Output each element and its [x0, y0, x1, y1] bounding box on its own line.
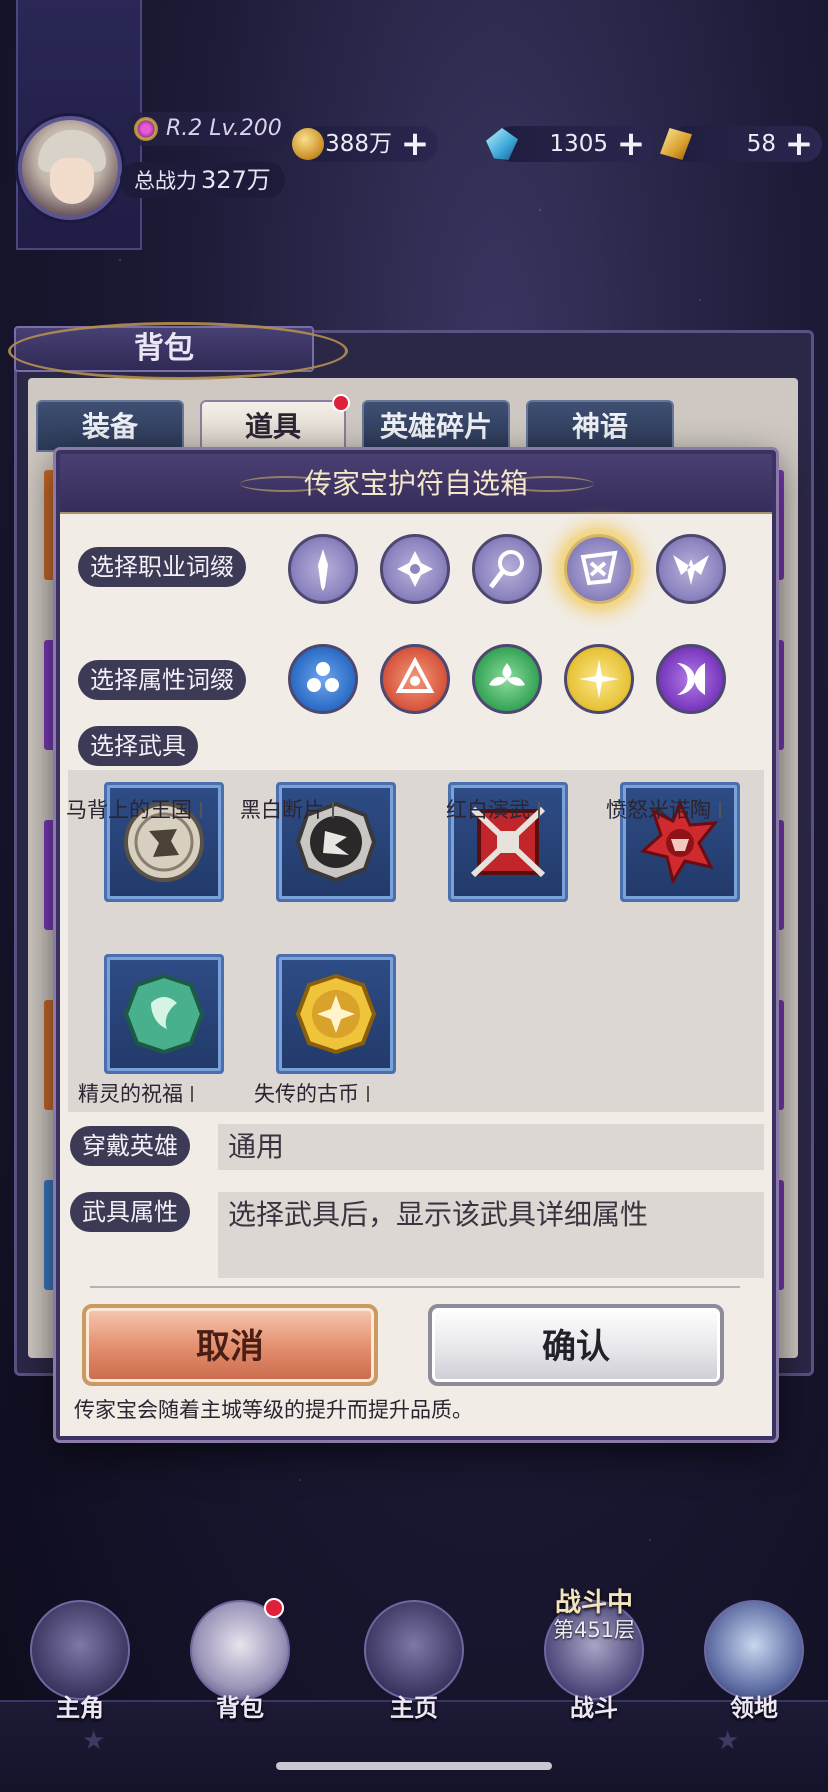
ticket-add-button[interactable]: +	[784, 126, 814, 162]
battle-floor: 第451层	[552, 1618, 636, 1642]
crystal-value: 1305	[549, 131, 608, 157]
dialog-divider	[90, 1286, 740, 1288]
notification-dot	[264, 1598, 284, 1618]
weapon-name-redwhite: 红白演武	[446, 794, 540, 824]
weapon-attr-label: 武具属性	[70, 1192, 190, 1232]
dialog-header: 传家宝护符自选箱	[60, 454, 772, 514]
total-power: 总战力 327万	[120, 162, 285, 198]
cancel-button[interactable]: 取消	[82, 1304, 378, 1386]
star-decoration-icon: ★	[716, 1726, 740, 1756]
total-power-label: 总战力	[134, 169, 197, 193]
nav-hero-label: 主角	[56, 1693, 104, 1722]
confirm-button[interactable]: 确认	[428, 1304, 724, 1386]
jade-blessing-medal-icon	[123, 973, 205, 1055]
tab-equipment[interactable]: 装备	[36, 400, 184, 452]
gold-ancient-coin-icon	[295, 973, 377, 1055]
weapon-select-label: 选择武具	[78, 726, 198, 766]
gold-resource: 388万 +	[292, 126, 438, 162]
backpack-title-plate: 背包	[8, 322, 348, 380]
weapon-name-blackwhite: 黑白断片	[240, 794, 334, 824]
notification-dot	[332, 394, 350, 412]
tab-items[interactable]: 道具	[200, 394, 350, 452]
nav-home[interactable]: 主页	[354, 1590, 474, 1730]
tab-divine-words[interactable]: 神语	[526, 400, 674, 452]
wear-hero-value: 通用	[218, 1124, 764, 1170]
weapon-card-spirit[interactable]	[104, 954, 224, 1074]
sword-class-icon[interactable]	[288, 534, 358, 604]
wind-attr-icon[interactable]	[472, 644, 542, 714]
weapon-attr-value: 选择武具后，显示该武具详细属性	[218, 1192, 764, 1278]
weapon-name-spirit: 精灵的祝福	[78, 1078, 193, 1108]
nav-battle-label: 战斗	[570, 1693, 618, 1722]
heirloom-select-dialog: 传家宝护符自选箱 选择职业词缀 选择属性词缀 选择武具 马背上的王国 黑白断片 …	[56, 450, 776, 1440]
hero-nav-icon	[30, 1600, 130, 1700]
nav-home-label: 主页	[390, 1693, 438, 1722]
weapon-name-ancientcoin: 失传的古币	[254, 1078, 369, 1108]
staff-class-icon[interactable]	[472, 534, 542, 604]
castle-nav-icon	[704, 1600, 804, 1700]
ticket-resource: 58 +	[660, 126, 822, 162]
nav-hero[interactable]: 主角	[20, 1590, 140, 1730]
rank-level-badge: R.2 Lv.200	[126, 112, 292, 146]
light-attr-icon[interactable]	[564, 644, 634, 714]
nav-territory-label: 领地	[730, 1693, 778, 1722]
rank-gem-icon	[134, 117, 158, 141]
tab-hero-shards[interactable]: 英雄碎片	[362, 400, 510, 452]
total-power-value: 327万	[201, 166, 271, 194]
weapon-card-ancientcoin[interactable]	[276, 954, 396, 1074]
dialog-title: 传家宝护符自选箱	[303, 467, 528, 500]
heirloom-note: 传家宝会随着主城等级的提升而提升品质。	[74, 1398, 473, 1422]
gold-add-button[interactable]: +	[400, 126, 430, 162]
tab-items-label: 道具	[244, 410, 301, 443]
gold-value: 388万	[325, 131, 392, 157]
crystal-add-button[interactable]: +	[616, 126, 646, 162]
wear-hero-label: 穿戴英雄	[70, 1126, 190, 1166]
star-decoration-icon: ★	[82, 1726, 106, 1756]
shuriken-class-icon[interactable]	[380, 534, 450, 604]
ticket-value: 58	[746, 131, 776, 157]
backpack-title: 背包	[134, 331, 194, 366]
flag-class-icon[interactable]	[564, 534, 634, 604]
water-attr-icon[interactable]	[288, 644, 358, 714]
player-avatar[interactable]	[18, 116, 122, 220]
home-indicator[interactable]	[276, 1762, 552, 1770]
crystal-resource: 1305 +	[486, 126, 654, 162]
wings-class-icon[interactable]	[656, 534, 726, 604]
dark-attr-icon[interactable]	[656, 644, 726, 714]
weapon-name-minotaur: 愤怒米诺陶	[606, 794, 721, 824]
nav-territory[interactable]: 领地	[694, 1590, 814, 1730]
nav-backpack-label: 背包	[216, 1693, 264, 1722]
gold-coin-icon	[292, 128, 324, 160]
fire-attr-icon[interactable]	[380, 644, 450, 714]
class-affix-label: 选择职业词缀	[78, 547, 246, 587]
weapon-name-kingdom: 马背上的王国	[66, 794, 202, 824]
attr-affix-label: 选择属性词缀	[78, 660, 246, 700]
book-nav-icon	[364, 1600, 464, 1700]
rank-level-text: R.2 Lv.200	[166, 116, 282, 141]
